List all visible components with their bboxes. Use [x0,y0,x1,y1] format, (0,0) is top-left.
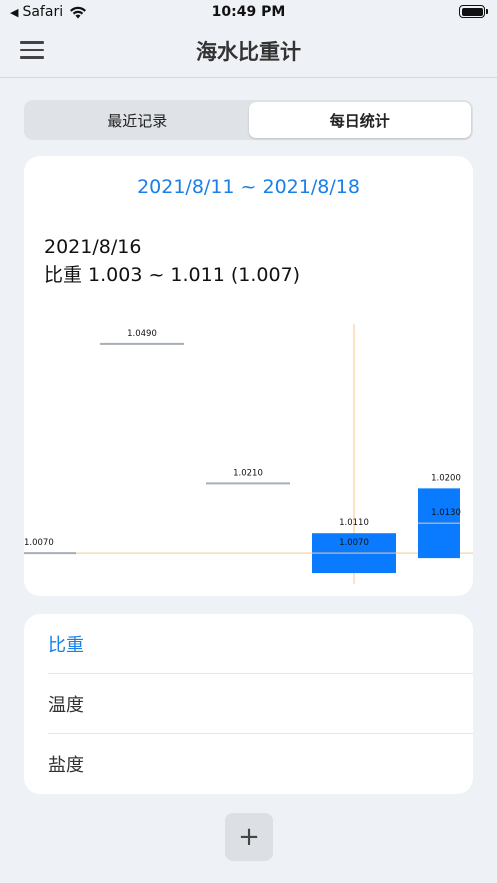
daily-chart[interactable]: 1.0070 1.0490 1.0210 1.0110 1.0070 1.0200 1.01… [24,156,473,596]
add-button[interactable]: + [225,813,273,861]
day-3-avg-line [312,552,396,554]
day-0-flat-mark [24,552,76,555]
day-1-value-label: 1.0490 [127,329,157,339]
day-3-avg-label: 1.0070 [339,538,369,548]
day-4-avg-line [418,522,460,524]
list-item-specific-gravity[interactable]: 比重 [24,614,473,674]
tab-recent-records[interactable]: 最近记录 [26,102,249,138]
view-segmented-control: 最近记录 每日统计 [24,100,473,140]
plus-icon: + [238,822,260,852]
metric-list: 比重 温度 盐度 [24,614,473,794]
page-title: 海水比重计 [196,40,301,64]
battery-icon [459,5,488,18]
list-item-salinity[interactable]: 盐度 [24,734,473,794]
chart-card: 2021/8/11 ~ 2021/8/18 2021/8/16 比重 1.003… [24,156,473,596]
day-2-flat-mark [206,482,290,485]
day-3-high-label: 1.0110 [339,518,369,528]
day-0-value-label: 1.0070 [24,538,54,548]
day-4-high-label: 1.0200 [431,473,461,483]
status-bar: ◀ Safari 10:49 PM [0,0,497,26]
tab-daily-stats[interactable]: 每日统计 [248,102,471,138]
day-2-value-label: 1.0210 [233,468,263,478]
list-item-temperature[interactable]: 温度 [24,674,473,734]
status-time: 10:49 PM [211,4,286,20]
day-4-avg-label: 1.0130 [431,508,461,518]
day-1-flat-mark [100,342,184,345]
nav-bar: 海水比重计 [0,26,497,78]
